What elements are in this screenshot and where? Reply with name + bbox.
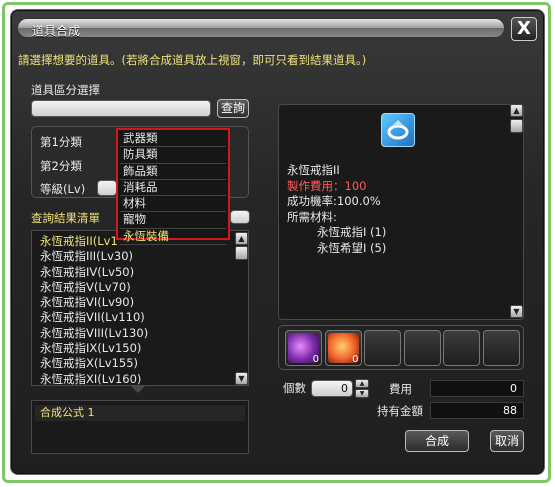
result-list-item[interactable]: 永恆戒指III(Lv30) xyxy=(32,249,248,264)
result-list-item[interactable]: 永恆戒指XI(Lv160) xyxy=(32,372,248,387)
material-slot[interactable] xyxy=(482,330,520,366)
results-scroll-up[interactable]: ▲ xyxy=(235,232,248,245)
quantity-up[interactable]: ▲ xyxy=(355,379,369,388)
close-icon: X xyxy=(517,18,531,39)
material-slot[interactable] xyxy=(364,330,401,366)
title-bar[interactable]: 道具合成 xyxy=(17,18,505,38)
window-title: 道具合成 xyxy=(32,24,81,38)
money-value: 88 xyxy=(430,402,524,419)
item-name: 永恆戒指II xyxy=(287,163,340,177)
rate-line: 成功機率:100.0% xyxy=(287,194,381,208)
quantity-label: 個數 xyxy=(283,381,306,395)
instruction-text: 請選擇想要的道具。(若將合成道具放上視窗，即可只看到結果道具。) xyxy=(18,53,367,67)
fee-label: 費用 xyxy=(389,382,412,396)
detail-scroll-thumb[interactable] xyxy=(510,119,523,133)
material-slot[interactable] xyxy=(403,330,441,366)
money-label: 持有金額 xyxy=(377,404,423,418)
combine-button[interactable]: 合成 xyxy=(405,430,469,452)
formula-panel: 合成公式 1 xyxy=(31,400,249,454)
result-list-item[interactable]: 永恆戒指V(Lv70) xyxy=(32,280,248,295)
category-dropdown[interactable]: 武器類 防具類 飾品類 消耗品 材料 寵物 永恆裝備 xyxy=(116,128,230,246)
dropdown-option[interactable]: 寵物 xyxy=(120,212,226,229)
material-line: 永恆希望I (5) xyxy=(317,240,387,255)
detail-scroll-up[interactable]: ▲ xyxy=(510,104,523,117)
level-input[interactable] xyxy=(97,180,117,196)
dropdown-option[interactable]: 武器類 xyxy=(120,131,226,148)
dropdown-option[interactable]: 防具類 xyxy=(120,147,226,164)
results-header: 查詢結果清單 xyxy=(31,211,100,225)
level-label: 等級(Lv) xyxy=(40,182,86,196)
material-slot[interactable] xyxy=(443,330,480,366)
formula-row[interactable]: 合成公式 1 xyxy=(35,405,245,421)
result-list-item[interactable]: 永恆戒指VII(Lv110) xyxy=(32,310,248,325)
result-list-item[interactable]: 永恆戒指IV(Lv50) xyxy=(32,265,248,280)
materials-label: 所需材料: xyxy=(287,209,337,224)
dropdown-option[interactable]: 消耗品 xyxy=(120,180,226,197)
search-button[interactable]: 查詢 xyxy=(217,99,249,118)
quantity-input[interactable]: 0 xyxy=(311,380,353,397)
close-button[interactable]: X xyxy=(511,17,537,41)
material-slot[interactable]: 0 xyxy=(324,330,362,366)
results-list: 永恆戒指II(Lv1 永恆戒指III(Lv30) 永恆戒指IV(Lv50) 永恆戒指V… xyxy=(31,230,249,386)
dropdown-option[interactable]: 材料 xyxy=(120,196,226,213)
search-input[interactable] xyxy=(31,100,211,117)
results-filter-box[interactable] xyxy=(230,210,250,224)
results-scroll-down[interactable]: ▼ xyxy=(235,372,248,385)
cancel-button[interactable]: 取消 xyxy=(490,430,524,452)
result-list-item[interactable]: 永恆戒指VI(Lv90) xyxy=(32,295,248,310)
material-slot[interactable]: 0 xyxy=(285,330,322,366)
slot-count: 0 xyxy=(312,354,319,365)
item-ring-icon xyxy=(381,113,415,147)
material-line: 永恆戒指I (1) xyxy=(317,225,387,239)
detail-panel: 永恆戒指II 製作費用：100 成功機率:100.0% 所需材料: 永恆戒指I … xyxy=(278,104,524,320)
result-list-item[interactable]: 永恆戒指IX(Lv150) xyxy=(32,341,248,356)
dropdown-option[interactable]: 飾品類 xyxy=(120,164,226,180)
fee-value: 0 xyxy=(430,380,524,397)
cost-line: 製作費用：100 xyxy=(287,178,367,193)
result-list-item[interactable]: 永恆戒指X(Lv155) xyxy=(32,356,248,371)
quantity-down[interactable]: ▼ xyxy=(355,389,369,398)
category1-label: 第1分類 xyxy=(40,135,82,149)
result-list-item[interactable]: 永恆戒指VIII(Lv130) xyxy=(32,326,248,341)
slot-count: 0 xyxy=(352,354,359,365)
dropdown-option[interactable]: 永恆裝備 xyxy=(120,229,226,246)
results-pointer xyxy=(131,386,145,393)
filter-section-label: 道具區分選擇 xyxy=(31,83,100,97)
results-scroll-thumb[interactable] xyxy=(235,246,248,260)
category2-label: 第2分類 xyxy=(40,159,82,173)
detail-scroll-down[interactable]: ▼ xyxy=(510,305,523,318)
